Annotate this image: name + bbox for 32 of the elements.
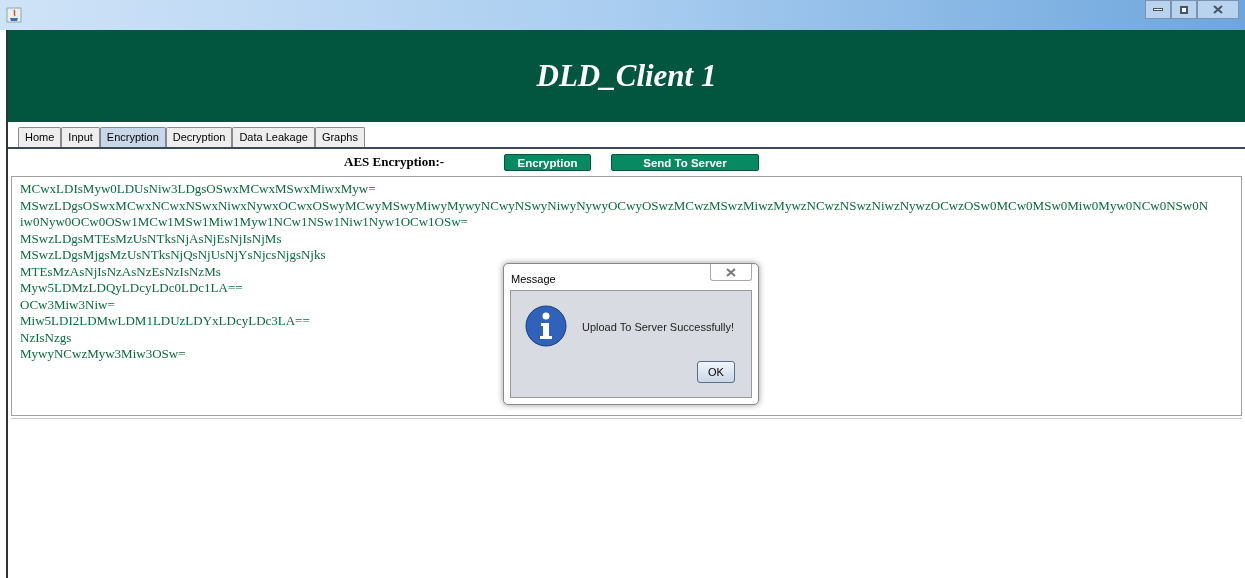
info-icon xyxy=(525,305,567,347)
output-line: MSwzLDgsMTEsMzUsNTksNjAsNjEsNjIsNjMs xyxy=(20,230,282,247)
ok-button[interactable]: OK xyxy=(697,361,735,383)
output-line: Miw5LDI2LDMwLDM1LDUzLDYxLDcyLDc3LA== xyxy=(20,313,310,330)
tab[interactable]: Graphs xyxy=(314,127,365,147)
output-line: OCw3Miw3Niw= xyxy=(20,296,115,313)
dialog-title: Message xyxy=(511,272,556,287)
section-label: AES Encryption:- xyxy=(344,153,446,172)
output-line: iw0Nyw0OCw0OSw1MCw1MSw1Miw1Myw1NCw1NSw1Niw1Nyw1OCw1OSw= xyxy=(20,214,468,231)
tab[interactable]: Decryption xyxy=(165,127,233,147)
output-line: MywyNCwzMyw3Miw3OSw= xyxy=(20,346,186,363)
encryption-button[interactable]: Encryption xyxy=(504,153,591,171)
output-line: MCwxLDIsMyw0LDUsNiw3LDgsOSwxMCwxMSwxMiwxMyw= xyxy=(20,181,376,198)
tab[interactable]: Home xyxy=(18,127,62,147)
output-line: Myw5LDMzLDQyLDcyLDc0LDc1LA== xyxy=(20,280,243,297)
tab[interactable]: Input xyxy=(61,127,100,147)
close-button[interactable] xyxy=(710,264,752,281)
app-icon xyxy=(6,7,22,23)
restore-button[interactable] xyxy=(1171,0,1197,19)
minimize-button[interactable] xyxy=(1145,0,1171,19)
dialog-message: Upload To Server Successfully! xyxy=(582,320,735,335)
tab[interactable]: Encryption xyxy=(99,127,166,147)
close-icon xyxy=(1213,5,1223,14)
tab[interactable]: Data Leakage xyxy=(232,127,315,147)
output-line: MSwzLDgsMjgsMzUsNTksNjQsNjUsNjYsNjcsNjgsNjks xyxy=(20,247,326,264)
close-icon xyxy=(726,267,736,277)
send-button[interactable]: Send To Server xyxy=(611,153,759,171)
output-line: MTEsMzAsNjIsNzAsNzEsNzIsNzMs xyxy=(20,263,221,280)
close-button[interactable] xyxy=(1197,0,1239,19)
output-line: MSwzLDgsOSwxMCwxNCwxNSwxNiwxNywxOCwxOSwyMCwyMSwyMiwyMywyNCwyNSwyNiwyNywyOCwyOSwzMCwzMSwzMiwzMywzNCwzNSwzNiwzNywzOCwzOSw0MCw0MSw0Miw0Myw0NCw0NSw0N xyxy=(20,197,1209,214)
output-line: NzIsNzgs xyxy=(20,329,72,346)
app-heading: DLD_Client 1 xyxy=(536,56,717,95)
